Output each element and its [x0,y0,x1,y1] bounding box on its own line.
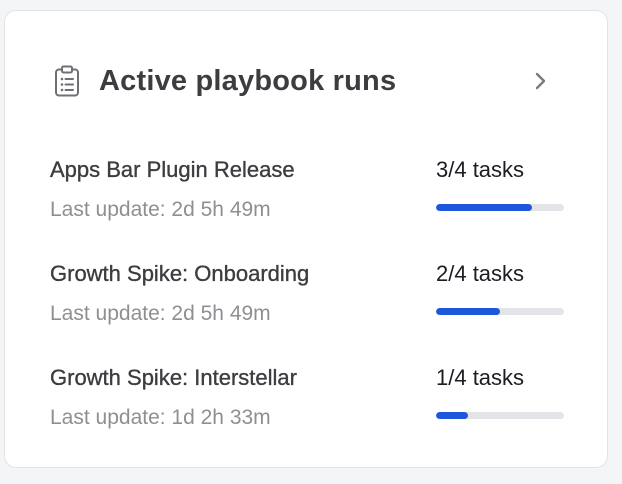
run-last-update: Last update: 2d 5h 49m [50,198,271,221]
run-progress-fill [436,412,468,419]
run-progress-bar [436,412,564,419]
run-task-count: 1/4 tasks [436,365,525,390]
active-playbook-runs-card: Active playbook runs Apps Bar Plugin Rel… [4,10,608,468]
run-item[interactable]: Growth Spike: Interstellar Last update: … [5,364,607,444]
run-task-count: 3/4 tasks [436,157,525,182]
run-name[interactable]: Growth Spike: Onboarding [50,260,310,288]
run-last-update: Last update: 2d 5h 49m [50,302,271,325]
card-header: Active playbook runs [5,61,607,101]
card-title: Active playbook runs [99,65,397,97]
run-task-count: 2/4 tasks [436,261,525,286]
run-last-update: Last update: 1d 2h 33m [50,406,271,429]
run-item[interactable]: Growth Spike: Onboarding Last update: 2d… [5,260,607,340]
run-name[interactable]: Apps Bar Plugin Release [50,156,295,184]
run-item[interactable]: Apps Bar Plugin Release Last update: 2d … [5,156,607,236]
run-progress-bar [436,308,564,315]
run-progress-fill [436,204,532,211]
run-name[interactable]: Growth Spike: Interstellar [50,364,297,392]
clipboard-icon [53,65,81,97]
run-progress-fill [436,308,500,315]
chevron-right-icon[interactable] [531,69,551,93]
run-progress-bar [436,204,564,211]
